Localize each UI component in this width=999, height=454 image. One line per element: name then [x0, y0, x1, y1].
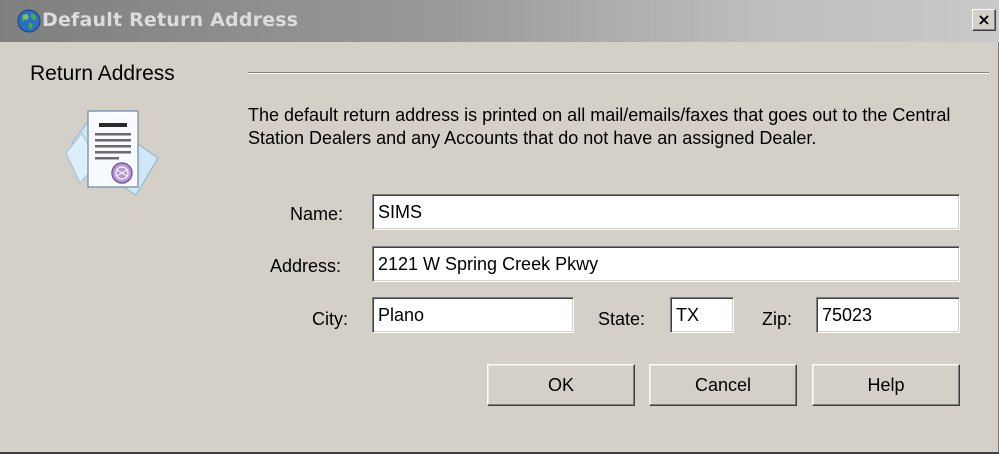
state-input[interactable]	[670, 297, 734, 333]
name-input[interactable]	[372, 194, 960, 230]
dialog-window: Default Return Address × Return Address …	[0, 0, 999, 454]
description-text: The default return address is printed on…	[248, 105, 951, 148]
zip-input[interactable]	[816, 297, 960, 333]
close-icon: ×	[977, 10, 991, 29]
ok-button[interactable]: OK	[487, 364, 635, 406]
address-input[interactable]	[372, 246, 960, 282]
cancel-button[interactable]: Cancel	[649, 364, 797, 406]
globe-icon	[17, 9, 41, 33]
group-label: Return Address	[30, 62, 175, 85]
window-title: Default Return Address	[42, 9, 299, 31]
help-button[interactable]: Help	[812, 364, 960, 406]
group-divider	[248, 72, 989, 74]
close-button[interactable]: ×	[972, 9, 996, 31]
zip-label: Zip:	[762, 309, 793, 329]
city-input[interactable]	[372, 297, 574, 333]
title-bar[interactable]: Default Return Address ×	[0, 0, 999, 42]
state-label: State:	[598, 309, 646, 329]
name-label: Name:	[290, 204, 344, 224]
address-label: Address:	[270, 256, 342, 276]
document-certificate-icon	[65, 110, 159, 196]
city-label: City:	[312, 309, 348, 329]
